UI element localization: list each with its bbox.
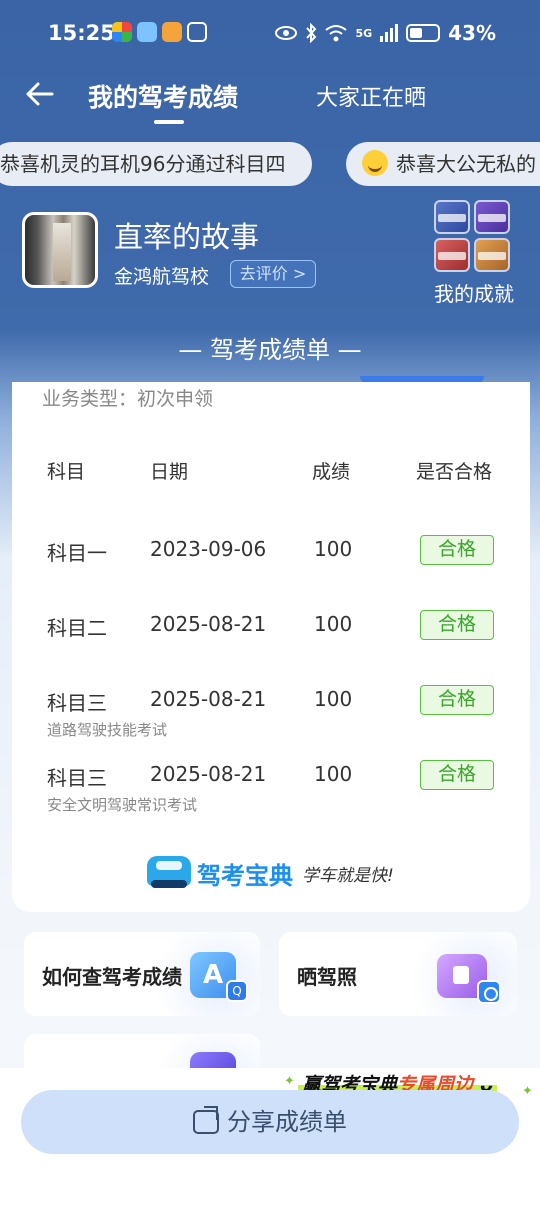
row-subject: 科目一 (47, 541, 107, 565)
status-indicators: 5G 43% (275, 21, 496, 45)
active-tab-indicator (154, 120, 184, 124)
tab-my-scores[interactable]: 我的驾考成绩 (88, 78, 238, 114)
pass-badge: 合格 (420, 535, 494, 565)
table-row: 科目三 2025-08-21 100 合格 道路驾驶技能考试 (12, 685, 530, 757)
score-card: 业务类型：初次申领 科目 日期 成绩 是否合格 科目一 2023-09-06 1… (12, 382, 530, 912)
table-row: 科目二 2025-08-21 100 合格 (12, 610, 530, 682)
sparkle-icon: ✦ (522, 1084, 533, 1099)
row-note: 安全文明驾驶常识考试 (47, 796, 198, 814)
magnifier-icon: Q (226, 980, 248, 1002)
profile-name: 直率的故事 (114, 220, 260, 254)
ticker-item: 恭喜大公无私的 (346, 142, 540, 186)
avatar[interactable] (22, 212, 98, 288)
row-subject: 科目二 (47, 616, 107, 640)
review-button[interactable]: 去评价 > (230, 260, 316, 288)
header-passed: 是否合格 (416, 461, 493, 483)
camera-icon (477, 980, 501, 1004)
business-type: 业务类型：初次申领 (42, 388, 214, 410)
achievement-badges[interactable] (432, 198, 514, 274)
ticker-text: 恭喜大公无私的 (396, 152, 536, 176)
badge-subject2-icon (474, 200, 510, 234)
status-time: 15:25 (48, 21, 115, 45)
battery-percent: 43% (448, 21, 496, 45)
pass-badge: 合格 (420, 760, 494, 790)
table-row: 科目一 2023-09-06 100 合格 (12, 535, 530, 607)
row-date: 2025-08-21 (150, 687, 267, 711)
car-logo-icon (147, 856, 191, 888)
hand-notification-icon (187, 22, 207, 42)
row-date: 2025-08-21 (150, 612, 267, 636)
sparkle-icon: ✦ (284, 1074, 295, 1089)
share-license-tile[interactable]: 晒驾照 (279, 932, 517, 1016)
weather-notification-icon (137, 22, 157, 42)
pass-badge: 合格 (420, 610, 494, 640)
how-to-check-scores-tile[interactable]: 如何查驾考成绩 A Q (24, 932, 260, 1016)
tile-label: 如何查驾考成绩 (42, 965, 182, 989)
row-date: 2023-09-06 (150, 537, 267, 561)
header-subject: 科目 (47, 461, 86, 483)
row-note: 道路驾驶技能考试 (47, 721, 168, 739)
wifi-icon (325, 25, 348, 42)
row-subject: 科目三 (47, 691, 107, 715)
driving-school-name: 金鸿航驾校 (114, 266, 210, 288)
share-label: 分享成绩单 (227, 1108, 347, 1136)
row-score: 100 (314, 687, 353, 711)
ticker-item: 恭喜机灵的耳机96分通过科目四 (0, 142, 312, 186)
badge-subject4-icon (474, 238, 510, 272)
row-score: 100 (314, 537, 353, 561)
table-row: 科目三 2025-08-21 100 合格 安全文明驾驶常识考试 (12, 760, 530, 832)
gallery-notification-icon (162, 22, 182, 42)
app-notification-icon (112, 22, 132, 42)
battery-icon (406, 24, 441, 42)
top-nav: 我的驾考成绩 大家正在晒 (0, 66, 540, 126)
status-notification-icons (112, 22, 207, 42)
smile-emoji-icon (362, 150, 388, 176)
row-score: 100 (314, 762, 353, 786)
signal-icon (380, 24, 399, 42)
brand-name: 驾考宝典 (197, 862, 293, 890)
badge-subject1-icon (434, 200, 470, 234)
brand-logo: 驾考宝典 学车就是快! (147, 852, 407, 892)
brand-slogan: 学车就是快! (302, 866, 394, 886)
my-achievements-link[interactable]: 我的成就 (434, 278, 514, 307)
badge-subject3-icon (434, 238, 470, 272)
share-icon (193, 1106, 219, 1134)
header-date: 日期 (150, 461, 189, 483)
tile-label: 晒驾照 (297, 965, 357, 989)
bluetooth-icon (306, 23, 317, 43)
ticker-text: 恭喜机灵的耳机96分通过科目四 (0, 152, 286, 176)
header-score: 成绩 (312, 461, 351, 483)
network-label: 5G (355, 26, 373, 40)
tab-everyone-sharing[interactable]: 大家正在晒 (316, 80, 426, 112)
row-subject: 科目三 (47, 766, 107, 790)
row-date: 2025-08-21 (150, 762, 267, 786)
eye-icon (275, 26, 298, 40)
share-score-button[interactable]: 分享成绩单 (21, 1090, 519, 1154)
section-title: — 驾考成绩单 — (178, 336, 362, 364)
row-score: 100 (314, 612, 353, 636)
pass-badge: 合格 (420, 685, 494, 715)
back-arrow-icon[interactable] (22, 76, 58, 112)
status-bar: 15:25 5G 43% (0, 0, 540, 66)
